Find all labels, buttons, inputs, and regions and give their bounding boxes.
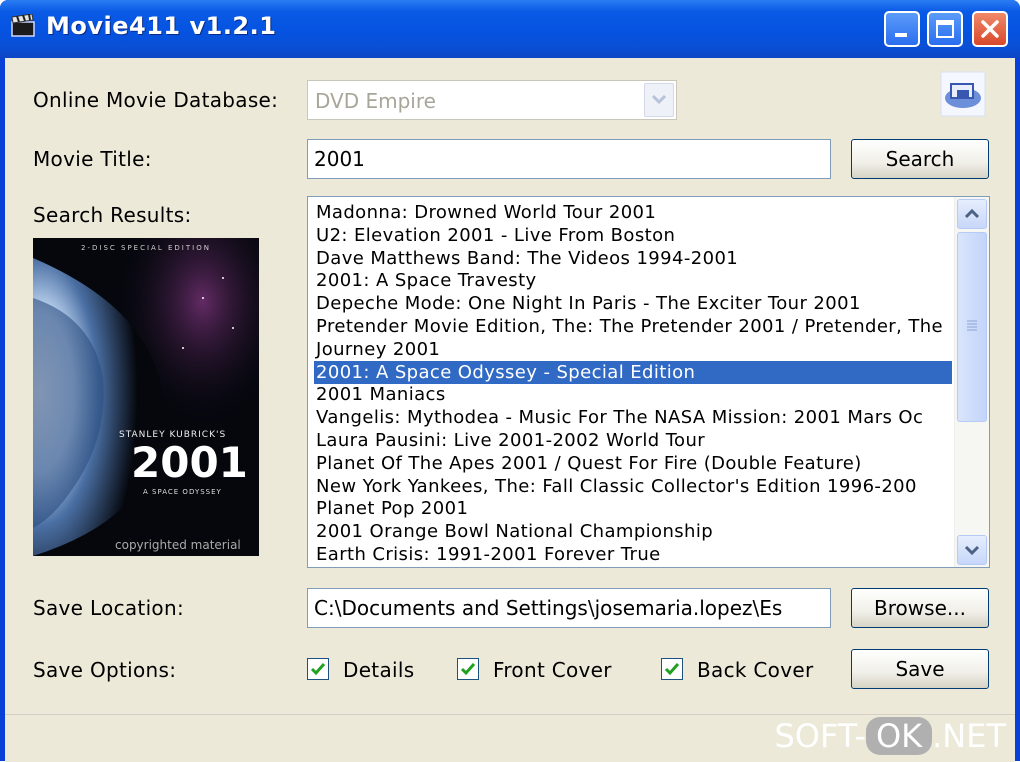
dropdown-button[interactable] [644,83,674,117]
clapperboard-icon [11,14,35,37]
result-item[interactable]: New York Yankees, The: Fall Classic Coll… [314,475,952,498]
save-location-value: C:\Documents and Settings\josemaria.lope… [314,596,783,620]
checkmark-icon [310,663,326,676]
results-scrollbar[interactable] [954,197,989,567]
scroll-down-button[interactable] [957,535,987,565]
search-results-label: Search Results: [33,203,192,227]
save-options-label: Save Options: [33,658,177,682]
save-location-label: Save Location: [33,596,184,620]
result-item[interactable]: Planet Of The Apes 2001 / Quest For Fire… [314,452,952,475]
app-window: Movie411 v1.2.1 Online Movie Database: D… [0,0,1020,762]
logo-icon [940,71,986,117]
back-cover-label[interactable]: Back Cover [697,658,813,682]
search-button[interactable]: Search [851,139,989,179]
cover-copyright-text: copyrighted material [115,538,241,552]
watermark-right: .NET [932,717,1006,755]
save-location-input[interactable]: C:\Documents and Settings\josemaria.lope… [307,588,831,628]
close-button[interactable] [972,11,1008,47]
result-item[interactable]: 2001: A Space Odyssey - Special Edition [314,360,952,384]
watermark-left: SOFT- [774,717,866,755]
movie-title-value: 2001 [314,147,365,171]
maximize-button[interactable] [927,11,963,47]
cover-image: 2-DISC SPECIAL EDITION STANLEY KUBRICK'S… [33,238,259,556]
database-label: Online Movie Database: [33,88,279,112]
front-cover-checkbox[interactable] [457,658,479,680]
cover-artwork [33,238,259,556]
close-icon [981,20,999,38]
minimize-icon [895,33,907,37]
result-item[interactable]: 2001: A Space Travesty [314,269,952,292]
maximize-icon [936,20,954,38]
cover-subtitle-text: A SPACE ODYSSEY [143,488,222,496]
scroll-up-button[interactable] [957,199,987,229]
watermark: SOFT- OK .NET [774,717,1006,755]
details-checkbox[interactable] [307,658,329,680]
result-item[interactable]: Vangelis: Mythodea - Music For The NASA … [314,406,952,429]
database-value: DVD Empire [315,89,436,113]
result-item[interactable]: Journey 2001 [314,338,952,361]
watermark-ok: OK [865,717,933,755]
window-title: Movie411 v1.2.1 [46,12,277,40]
details-label[interactable]: Details [343,658,414,682]
result-item[interactable]: Pretender Movie Edition, The: The Preten… [314,315,952,338]
result-item[interactable]: Dave Matthews Band: The Videos 1994-2001 [314,247,952,270]
movie-title-label: Movie Title: [33,147,152,171]
result-item[interactable]: 2001 Orange Bowl National Championship [314,520,952,543]
result-item[interactable]: Laura Pausini: Live 2001-2002 World Tour [314,429,952,452]
database-select[interactable]: DVD Empire [307,80,677,120]
result-item[interactable]: Earth Crisis: 1991-2001 Forever True [314,543,952,566]
minimize-button[interactable] [884,11,920,47]
back-cover-checkbox[interactable] [661,658,683,680]
movie-title-input[interactable]: 2001 [307,139,831,179]
browse-button[interactable]: Browse... [851,588,989,628]
cover-title-text: 2001 [131,438,248,487]
search-results-list[interactable]: Madonna: Drowned World Tour 2001 U2: Elev… [307,196,990,568]
checkmark-icon [460,663,476,676]
cover-edition-text: 2-DISC SPECIAL EDITION [81,244,211,252]
grip-icon [967,320,977,331]
title-bar[interactable]: Movie411 v1.2.1 [0,0,1020,58]
main-panel: Online Movie Database: DVD Empire Movie … [5,58,1015,762]
result-item[interactable]: Planet Pop 2001 [314,497,952,520]
chevron-down-icon [964,545,980,556]
result-item[interactable]: Madonna: Drowned World Tour 2001 [314,201,952,224]
front-cover-label[interactable]: Front Cover [493,658,612,682]
result-item[interactable]: Depeche Mode: One Night In Paris - The E… [314,292,952,315]
scroll-thumb[interactable] [957,232,987,422]
chevron-down-icon [651,94,667,105]
result-item[interactable]: 2001 Maniacs [314,383,952,406]
save-button[interactable]: Save [851,649,989,689]
result-item[interactable]: U2: Elevation 2001 - Live From Boston [314,224,952,247]
chevron-up-icon [964,208,980,219]
checkmark-icon [664,663,680,676]
